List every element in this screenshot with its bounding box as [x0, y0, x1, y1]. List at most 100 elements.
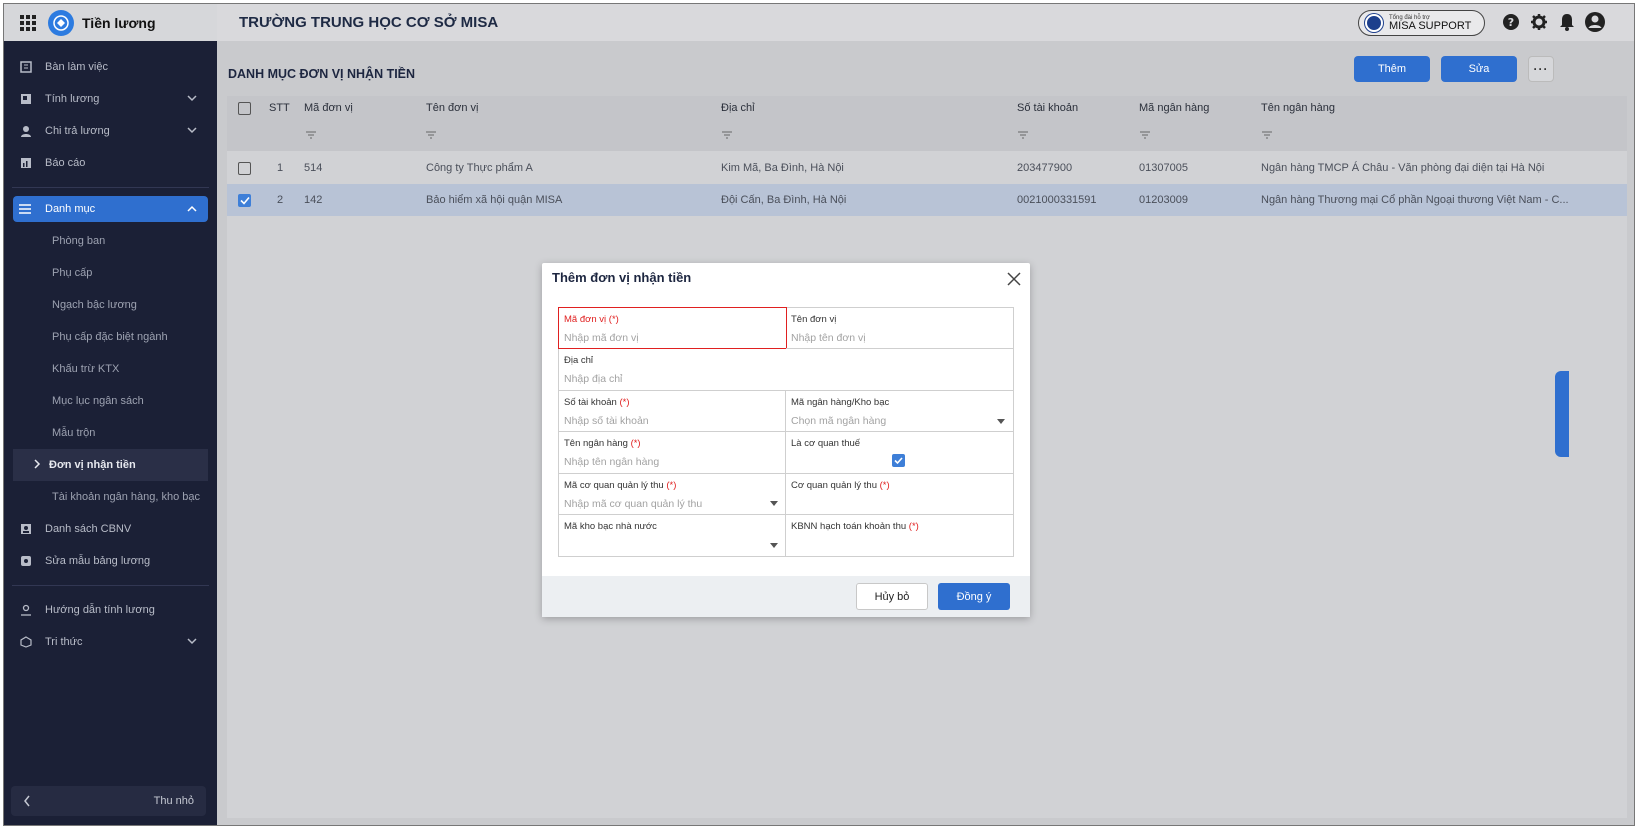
ma-ngan-hang-select[interactable]: Mã ngân hàng/Kho bạc Chọn mã ngân hàng [786, 391, 1014, 432]
ma-ngan-hang-value[interactable]: Chọn mã ngân hàng [791, 415, 886, 427]
dropdown-caret-icon[interactable] [770, 501, 778, 506]
kbnn-hach-toan-field[interactable]: KBNN hạch toán khoản thu (*) [786, 515, 1014, 557]
more-options-button[interactable]: ··· [1528, 56, 1554, 82]
filter-icon[interactable] [1140, 131, 1150, 139]
row-checkbox[interactable] [238, 194, 251, 207]
cell-dia-chi: Đội Cấn, Ba Đình, Hà Nội [721, 194, 847, 206]
sidebar-item-chi-tra-luong[interactable]: Chi trả lương [4, 115, 217, 147]
cancel-button[interactable]: Hủy bỏ [856, 583, 928, 610]
edit-button[interactable]: Sửa [1441, 56, 1517, 82]
app-logo-icon [48, 9, 74, 36]
sidebar-subitem-label: Đơn vị nhận tiền [49, 459, 136, 471]
sidebar-item-ban-lam-viec[interactable]: Bàn làm việc [4, 51, 217, 83]
sidebar-subitem-phu-cap-dac-biet[interactable]: Phụ cấp đặc biệt ngành [4, 321, 217, 353]
column-header-ma-don-vi[interactable]: Mã đơn vị [304, 102, 353, 114]
filter-icon[interactable] [1262, 131, 1272, 139]
add-button[interactable]: Thêm [1354, 56, 1430, 82]
field-label: Cơ quan quản lý thu (*) [791, 480, 890, 491]
help-icon[interactable]: ? [1502, 13, 1520, 31]
notification-bell-icon[interactable] [1558, 13, 1576, 31]
page-title: DANH MỤC ĐƠN VỊ NHẬN TIỀN [228, 67, 416, 81]
sidebar-item-bao-cao[interactable]: Báo cáo [4, 147, 217, 179]
sidebar-item-danh-muc[interactable]: Danh mục [13, 196, 208, 222]
staff-list-icon [19, 522, 33, 536]
sidebar-subitem-label: Ngạch bậc lương [52, 299, 137, 311]
ma-don-vi-field[interactable]: Mã đơn vị (*) Nhập mã đơn vị [558, 307, 787, 349]
sidebar-subitem-phong-ban[interactable]: Phòng ban [4, 225, 217, 257]
cell-stt: 2 [277, 194, 284, 206]
cell-ten-ngan-hang: Ngân hàng TMCP Á Châu - Văn phòng đại di… [1261, 162, 1545, 174]
confirm-button[interactable]: Đồng ý [938, 583, 1010, 610]
side-panel-toggle[interactable] [1555, 371, 1569, 457]
user-avatar-icon[interactable] [1584, 11, 1606, 33]
sidebar-subitem-ngach-bac-luong[interactable]: Ngạch bậc lương [4, 289, 217, 321]
filter-icon[interactable] [306, 131, 316, 139]
select-all-checkbox[interactable] [238, 102, 251, 115]
close-icon[interactable] [1007, 272, 1021, 286]
sidebar-item-danh-sach-cbnv[interactable]: Danh sách CBNV [4, 513, 217, 545]
filter-icon[interactable] [722, 131, 732, 139]
row-checkbox[interactable] [238, 162, 251, 175]
la-co-quan-thue-checkbox[interactable] [892, 454, 905, 467]
dropdown-caret-icon[interactable] [770, 543, 778, 548]
column-header-ten-don-vi[interactable]: Tên đơn vị [426, 102, 478, 114]
cell-so-tai-khoan: 0021000331591 [1017, 194, 1097, 206]
column-header-dia-chi[interactable]: Địa chỉ [721, 102, 755, 114]
dialog-footer: Hủy bỏ Đồng ý [542, 576, 1030, 617]
settings-icon[interactable] [1530, 13, 1548, 31]
apps-grid-icon[interactable] [20, 14, 36, 31]
table-row[interactable]: 1 514 Công ty Thực phẩm A Kim Mã, Ba Đìn… [227, 152, 1627, 184]
column-header-so-tai-khoan[interactable]: Số tài khoản [1017, 102, 1078, 114]
sidebar-subitem-phu-cap[interactable]: Phụ cấp [4, 257, 217, 289]
field-label: Mã đơn vị (*) [564, 314, 619, 325]
ten-don-vi-field[interactable]: Tên đơn vị Nhập tên đơn vị [786, 308, 1014, 349]
column-header-ten-ngan-hang[interactable]: Tên ngân hàng [1261, 102, 1335, 114]
column-header-ma-ngan-hang[interactable]: Mã ngân hàng [1139, 102, 1209, 114]
ten-don-vi-input[interactable]: Nhập tên đơn vị [791, 332, 866, 344]
ma-co-quan-ql-thu-select[interactable]: Mã cơ quan quản lý thu (*) Nhập mã cơ qu… [559, 474, 786, 515]
misa-support-button[interactable]: Tổng đài hỗ trợ MISA SUPPORT [1358, 10, 1485, 36]
ten-ngan-hang-input[interactable]: Nhập tên ngân hàng [564, 456, 659, 468]
cell-ten-ngan-hang: Ngân hàng Thương mại Cổ phần Ngoại thươn… [1261, 194, 1569, 206]
so-tai-khoan-field[interactable]: Số tài khoản (*) Nhập số tài khoản [559, 391, 786, 432]
la-co-quan-thue-field: Là cơ quan thuế [786, 432, 1014, 474]
sidebar-item-tri-thuc[interactable]: Tri thức [4, 626, 217, 658]
ten-ngan-hang-field[interactable]: Tên ngân hàng (*) Nhập tên ngân hàng [559, 432, 786, 474]
dia-chi-input[interactable]: Nhập địa chỉ [564, 373, 622, 385]
sidebar-item-label: Sửa mẫu bảng lương [45, 555, 151, 567]
ma-kho-bac-select[interactable]: Mã kho bạc nhà nước [559, 515, 786, 557]
dropdown-caret-icon[interactable] [997, 419, 1005, 424]
field-label: Tên đơn vị [791, 314, 837, 325]
sidebar-subitem-mau-tron[interactable]: Mẫu trộn [4, 417, 217, 449]
dashboard-icon [19, 60, 33, 74]
app-brand: Tiền lương [4, 4, 217, 41]
checkmark-icon [240, 196, 250, 205]
filter-icon[interactable] [426, 131, 436, 139]
filter-icon[interactable] [1018, 131, 1028, 139]
sidebar-subitem-muc-luc-ngan-sach[interactable]: Mục lục ngân sách [4, 385, 217, 417]
cell-ten-don-vi: Công ty Thực phẩm A [426, 162, 533, 174]
dia-chi-field[interactable]: Địa chỉ Nhập địa chỉ [559, 349, 1014, 391]
svg-text:?: ? [1508, 16, 1514, 29]
sidebar: Bàn làm việc Tính lương Chi trả lương Bá… [4, 41, 217, 825]
sidebar-subitem-khau-tru-ktx[interactable]: Khấu trừ KTX [4, 353, 217, 385]
ma-don-vi-input[interactable]: Nhập mã đơn vị [564, 332, 639, 344]
sidebar-subitem-don-vi-nhan-tien[interactable]: Đơn vị nhận tiền [13, 449, 208, 481]
collapse-sidebar-button[interactable]: Thu nhỏ [11, 786, 206, 816]
chevron-down-icon [187, 95, 197, 102]
cell-ma-don-vi: 142 [304, 194, 323, 206]
sidebar-subitem-tai-khoan-ngan-hang[interactable]: Tài khoản ngân hàng, kho bạc [4, 481, 217, 513]
table-row[interactable]: 2 142 Bảo hiểm xã hội quận MISA Đội Cấn,… [227, 184, 1627, 216]
sidebar-item-tinh-luong[interactable]: Tính lương [4, 83, 217, 115]
sidebar-item-huong-dan[interactable]: Hướng dẫn tính lương [4, 594, 217, 626]
sidebar-subitem-label: Tài khoản ngân hàng, kho bạc [52, 491, 201, 503]
sidebar-subitem-label: Phụ cấp đặc biệt ngành [52, 331, 168, 343]
knowledge-icon [19, 635, 33, 649]
co-quan-ql-thu-field[interactable]: Cơ quan quản lý thu (*) [786, 474, 1014, 515]
sidebar-divider [12, 585, 209, 586]
support-label: MISA SUPPORT [1389, 19, 1472, 32]
so-tai-khoan-input[interactable]: Nhập số tài khoản [564, 415, 649, 427]
sidebar-item-sua-mau-bang-luong[interactable]: Sửa mẫu bảng lương [4, 545, 217, 577]
cell-ma-ngan-hang: 01203009 [1139, 194, 1188, 206]
ma-co-quan-ql-thu-value[interactable]: Nhập mã cơ quan quản lý thu [564, 498, 702, 510]
